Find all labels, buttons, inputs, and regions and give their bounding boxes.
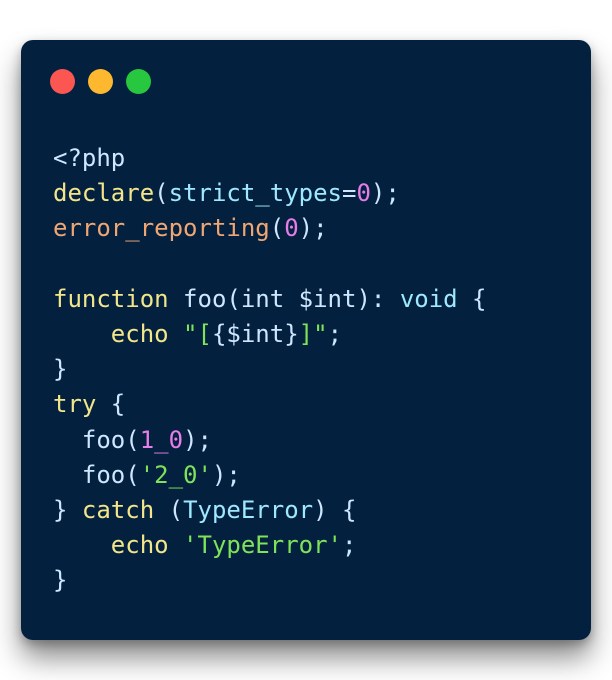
code-token: error_reporting xyxy=(53,214,270,243)
code-token: "[ xyxy=(183,319,212,348)
code-line: <?php xyxy=(53,141,487,176)
code-token: ( xyxy=(154,495,184,524)
code-line: error_reporting(0); xyxy=(53,211,487,246)
code-line: foo('2_0'); xyxy=(53,458,487,493)
code-token: } xyxy=(53,495,82,524)
code-token: echo xyxy=(110,531,169,560)
code-token: TypeError xyxy=(183,495,314,524)
code-token: = xyxy=(342,179,357,208)
window-controls xyxy=(50,69,151,95)
code-token: <?php xyxy=(53,144,126,172)
code-token: ); xyxy=(183,425,212,454)
code-token: try xyxy=(53,390,97,419)
code-token: ): xyxy=(356,284,400,313)
code-token: ) { xyxy=(313,495,357,524)
code-line: } xyxy=(53,352,487,387)
code-token: 1_0 xyxy=(139,425,184,454)
code-line: function foo(int $int): void { xyxy=(53,282,487,317)
code-token: ); xyxy=(370,179,400,208)
code-token: ); xyxy=(298,214,328,243)
code-token: foo( xyxy=(53,425,140,454)
code-line: echo 'TypeError'; xyxy=(53,528,487,563)
code-token: ( xyxy=(269,214,285,243)
code-token: { xyxy=(457,284,487,313)
code-token: foo( xyxy=(168,284,241,313)
code-line: echo "[{$int}]"; xyxy=(53,317,487,352)
code-token: int xyxy=(240,284,285,313)
code-line: } catch (TypeError) { xyxy=(53,493,487,528)
code-token: void xyxy=(399,284,458,313)
code-line: foo(1_0); xyxy=(53,423,487,458)
code-token: strict_types xyxy=(168,179,342,208)
code-token: 0 xyxy=(356,179,371,208)
code-token: ; xyxy=(327,319,343,348)
code-token: ; xyxy=(342,531,357,560)
code-token: catch xyxy=(81,495,155,524)
code-token: '2_0' xyxy=(139,460,212,489)
zoom-dot-icon[interactable] xyxy=(126,69,151,94)
code-token: 'TypeError' xyxy=(183,531,342,560)
code-token: declare xyxy=(53,179,155,208)
code-token: } xyxy=(53,355,68,384)
code-window: <?php declare(strict_types=0); error_repor… xyxy=(21,40,591,640)
code-token: ]" xyxy=(298,319,328,348)
code-block: <?php declare(strict_types=0); error_repor… xyxy=(53,141,487,598)
code-line: } xyxy=(53,563,487,598)
code-line: try { xyxy=(53,387,487,422)
code-token: function xyxy=(53,284,169,313)
code-snippet-canvas: <?php declare(strict_types=0); error_repor… xyxy=(0,0,612,680)
code-token: 0 xyxy=(284,214,299,243)
code-token: ( xyxy=(154,179,169,208)
code-token: { xyxy=(96,390,126,419)
code-token: {$int} xyxy=(211,319,299,348)
code-line: declare(strict_types=0); xyxy=(53,176,487,211)
minimize-dot-icon[interactable] xyxy=(88,69,113,94)
code-token: echo xyxy=(110,319,169,348)
close-dot-icon[interactable] xyxy=(50,69,75,94)
code-token: $int xyxy=(284,284,357,313)
code-token: } xyxy=(53,566,68,595)
code-token: foo( xyxy=(53,460,140,489)
code-token: ); xyxy=(211,460,241,489)
